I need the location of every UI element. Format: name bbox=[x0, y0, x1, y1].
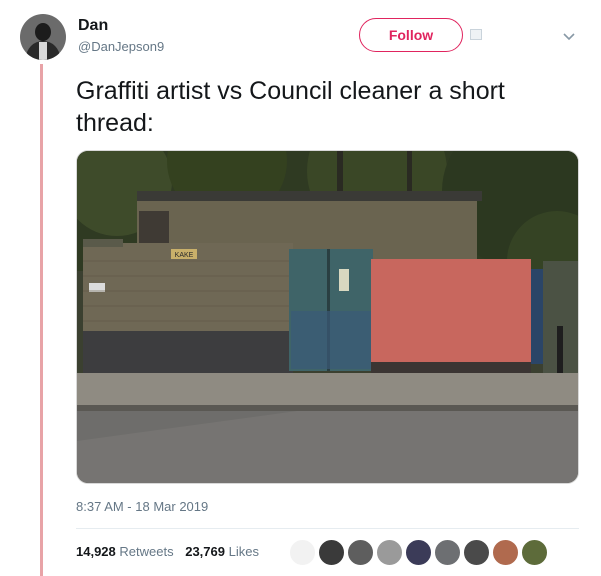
retweets-count[interactable]: 14,928 bbox=[76, 544, 116, 559]
user-handle[interactable]: @DanJepson9 bbox=[78, 39, 164, 54]
photo-sign-text: KAKE bbox=[175, 252, 194, 259]
liker-avatar-icon[interactable] bbox=[405, 539, 432, 566]
user-avatar-icon[interactable] bbox=[20, 14, 66, 60]
liker-avatar-icon[interactable] bbox=[347, 539, 374, 566]
follow-button[interactable]: Follow bbox=[359, 18, 463, 52]
likes-label[interactable]: Likes bbox=[229, 544, 259, 559]
liker-avatar-icon[interactable] bbox=[318, 539, 345, 566]
graffiti-wall-photo: KAKE bbox=[77, 151, 578, 483]
tweet-stats: 14,928 Retweets 23,769 Likes bbox=[76, 544, 259, 559]
stats-divider bbox=[76, 528, 579, 529]
tweet-photo[interactable]: KAKE bbox=[76, 150, 579, 484]
liker-avatar-icon[interactable] bbox=[463, 539, 490, 566]
user-display-name[interactable]: Dan bbox=[78, 17, 108, 35]
tweet-timestamp[interactable]: 8:37 AM - 18 Mar 2019 bbox=[76, 499, 208, 514]
retweets-label[interactable]: Retweets bbox=[119, 544, 173, 559]
liker-avatar-icon[interactable] bbox=[376, 539, 403, 566]
liker-avatar-icon[interactable] bbox=[289, 539, 316, 566]
liker-avatar-icon[interactable] bbox=[492, 539, 519, 566]
image-badge-icon bbox=[470, 29, 482, 40]
likes-count[interactable]: 23,769 bbox=[185, 544, 225, 559]
liker-avatar-icon[interactable] bbox=[521, 539, 548, 566]
thread-connector-line bbox=[40, 64, 43, 576]
liker-avatar-icon[interactable] bbox=[434, 539, 461, 566]
chevron-down-icon[interactable] bbox=[562, 30, 576, 44]
tweet-text: Graffiti artist vs Council cleaner a sho… bbox=[76, 77, 505, 137]
